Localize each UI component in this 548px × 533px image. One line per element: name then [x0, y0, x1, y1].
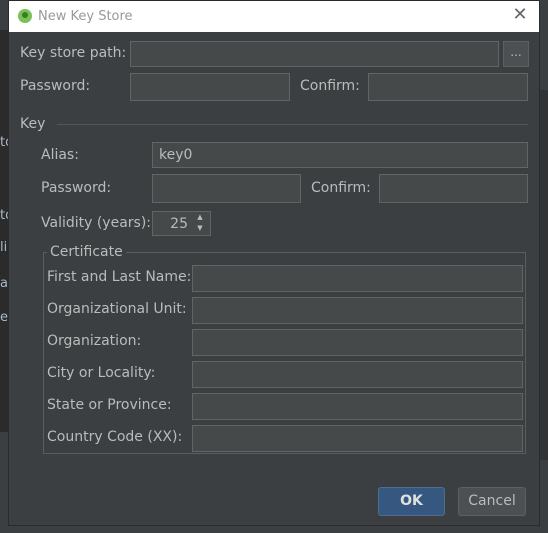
alias-label: Alias: — [41, 147, 79, 163]
first-last-name-field[interactable] — [192, 265, 523, 292]
spinner-down-icon[interactable]: ▼ — [191, 223, 209, 234]
spinner-up-icon[interactable]: ▲ — [191, 212, 209, 223]
state-province-label: State or Province: — [47, 397, 172, 413]
cancel-button[interactable]: Cancel — [458, 487, 526, 516]
alias-input[interactable] — [152, 142, 528, 168]
keystore-confirm-label: Confirm: — [300, 78, 360, 94]
city-locality-field[interactable] — [192, 361, 523, 388]
validity-spinner[interactable]: ▲ ▼ — [152, 211, 211, 236]
country-code-label: Country Code (XX): — [47, 429, 183, 445]
keystore-confirm-field[interactable] — [368, 73, 528, 101]
key-password-field[interactable] — [152, 174, 301, 203]
keystore-path-input[interactable] — [130, 41, 499, 67]
android-studio-icon — [18, 9, 32, 23]
state-province-field[interactable] — [192, 393, 523, 420]
key-confirm-field[interactable] — [379, 174, 528, 203]
key-section-divider — [57, 124, 528, 125]
organization-field[interactable] — [192, 329, 523, 356]
country-code-field[interactable] — [192, 425, 523, 452]
validity-label: Validity (years): — [41, 215, 152, 231]
keystore-password-field[interactable] — [130, 73, 290, 101]
certificate-section-label: Certificate — [47, 244, 126, 260]
title-bar: New Key Store ✕ — [9, 1, 539, 32]
browse-button[interactable]: ... — [503, 41, 529, 67]
window-title: New Key Store — [38, 9, 133, 24]
key-password-label: Password: — [41, 180, 112, 196]
key-section-label: Key — [20, 116, 46, 132]
keystore-password-label: Password: — [20, 78, 91, 94]
keystore-path-label: Key store path: — [20, 45, 127, 61]
background-panel-fragment — [540, 90, 548, 460]
new-key-store-dialog: New Key Store ✕ Key store path: ... Pass… — [8, 0, 540, 526]
close-icon[interactable]: ✕ — [511, 6, 529, 24]
key-confirm-label: Confirm: — [311, 180, 371, 196]
first-last-name-label: First and Last Name: — [47, 269, 192, 285]
city-locality-label: City or Locality: — [47, 365, 156, 381]
ok-button[interactable]: OK — [378, 487, 445, 516]
organization-label: Organization: — [47, 333, 142, 349]
organizational-unit-label: Organizational Unit: — [47, 301, 187, 317]
organizational-unit-field[interactable] — [192, 297, 523, 324]
